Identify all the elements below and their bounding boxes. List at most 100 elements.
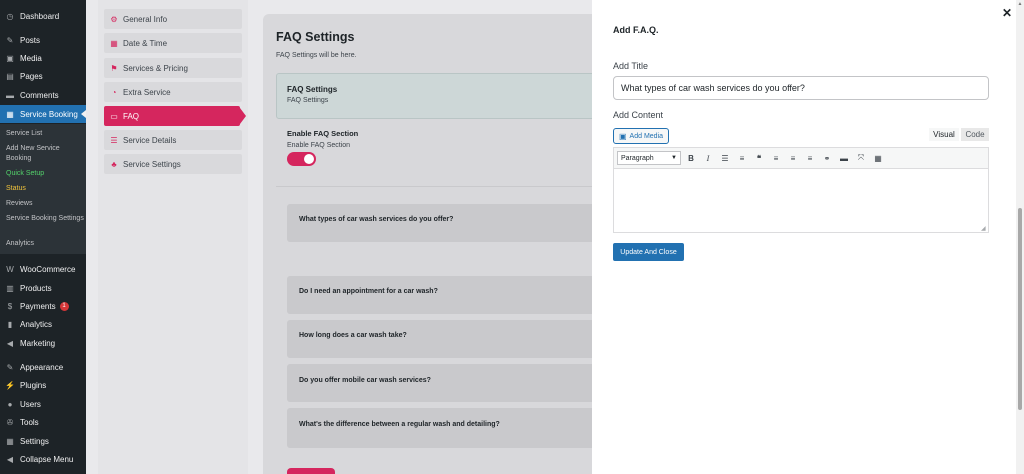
- bullet-list-icon[interactable]: ☰: [719, 152, 731, 164]
- menu-woocommerce[interactable]: W WooCommerce: [0, 260, 86, 278]
- wrench-icon: ✇: [6, 417, 14, 427]
- resize-handle-icon[interactable]: ◢: [981, 225, 988, 232]
- sitemap-icon: ♣: [111, 159, 117, 169]
- menu-tools[interactable]: ✇ Tools: [0, 413, 86, 431]
- menu-comments[interactable]: ▬ Comments: [0, 86, 86, 104]
- comment-icon: ▬: [6, 90, 14, 100]
- tab-general-info[interactable]: ⚙ General Info: [104, 9, 242, 29]
- modal-title: Add F.A.Q.: [613, 25, 659, 35]
- service-booking-icon: ▦: [6, 109, 14, 119]
- page-title: FAQ Settings: [276, 30, 355, 44]
- menu-analytics[interactable]: ▮ Analytics: [0, 315, 86, 333]
- menu-payments[interactable]: $ Payments 1: [0, 297, 86, 315]
- megaphone-icon: ◀: [6, 338, 14, 348]
- toggle-knob: [304, 154, 314, 164]
- fullscreen-icon[interactable]: ⤧: [855, 152, 867, 164]
- scrollbar-thumb[interactable]: [1018, 208, 1022, 410]
- menu-products[interactable]: ▥ Products: [0, 279, 86, 297]
- plugin-icon: ⚡: [5, 380, 15, 390]
- add-faq-modal: [592, 0, 1024, 474]
- gear-icon: ⚙: [110, 14, 118, 24]
- link-icon[interactable]: ⚭: [821, 152, 833, 164]
- gauge-icon: ◔: [111, 87, 117, 97]
- update-and-close-button[interactable]: Update And Close: [613, 243, 684, 261]
- menu-service-booking[interactable]: ▦ Service Booking: [0, 105, 86, 123]
- add-media-button[interactable]: ▣ Add Media: [613, 128, 669, 144]
- wp-admin-sidebar: ◷ Dashboard ✎ Posts ▣ Media ▤ Pages ▬ Comment…: [0, 0, 86, 474]
- menu-plugins[interactable]: ⚡ Plugins: [0, 376, 86, 394]
- submenu-reviews[interactable]: Reviews: [6, 199, 84, 209]
- menu-media[interactable]: ▣ Media: [0, 49, 86, 67]
- faq-item[interactable]: How long does a car wash take?: [287, 320, 596, 358]
- products-icon: ▥: [6, 283, 14, 293]
- align-center-icon[interactable]: ≡: [787, 152, 799, 164]
- collapse-menu[interactable]: ◀ Collapse Menu: [0, 450, 86, 468]
- format-select[interactable]: Paragraph ▼: [617, 151, 681, 165]
- add-faq-button[interactable]: [287, 468, 335, 474]
- faq-item[interactable]: Do I need an appointment for a car wash?: [287, 276, 596, 314]
- settings-icon: ▦: [6, 436, 14, 446]
- brush-icon: ✎: [6, 362, 14, 372]
- enable-faq-label: Enable FAQ Section: [287, 129, 359, 138]
- users-icon: ●: [7, 399, 13, 409]
- submenu-analytics[interactable]: Analytics: [6, 239, 84, 249]
- pages-icon: ▤: [6, 71, 14, 81]
- divider: [276, 186, 596, 187]
- submenu-settings[interactable]: Service Booking Settings: [6, 214, 84, 224]
- faq-settings-header-box: [276, 73, 596, 119]
- tab-services-pricing[interactable]: ⚑ Services & Pricing: [104, 58, 242, 78]
- numbered-list-icon[interactable]: ≡: [736, 152, 748, 164]
- enable-faq-toggle[interactable]: [287, 152, 316, 166]
- pin-icon: ✎: [6, 35, 14, 45]
- tab-service-settings[interactable]: ♣ Service Settings: [104, 154, 242, 174]
- menu-posts[interactable]: ✎ Posts: [0, 31, 86, 49]
- faq-item[interactable]: Do you offer mobile car wash services?: [287, 364, 596, 402]
- collapse-icon: ◀: [6, 454, 14, 464]
- menu-marketing[interactable]: ◀ Marketing: [0, 334, 86, 352]
- submenu-add-new[interactable]: Add New Service Booking: [6, 144, 84, 164]
- faq-box-subtitle: FAQ Settings: [287, 97, 329, 104]
- menu-pages[interactable]: ▤ Pages: [0, 67, 86, 85]
- menu-settings[interactable]: ▦ Settings: [0, 432, 86, 450]
- menu-dashboard[interactable]: ◷ Dashboard: [0, 7, 86, 25]
- scroll-up-icon[interactable]: ▲: [1016, 0, 1024, 8]
- faq-title-input[interactable]: [613, 76, 989, 100]
- page-subtitle: FAQ Settings will be here.: [276, 52, 357, 59]
- tab-visual[interactable]: Visual: [929, 128, 959, 141]
- media-icon: ▣: [618, 131, 627, 141]
- faq-item[interactable]: What's the difference between a regular …: [287, 408, 596, 448]
- tag-icon: ⚑: [110, 63, 118, 73]
- tab-service-details[interactable]: ☰ Service Details: [104, 130, 242, 150]
- bold-icon[interactable]: B: [685, 152, 697, 164]
- tab-date-time[interactable]: ▦ Date & Time: [104, 33, 242, 53]
- enable-faq-description: Enable FAQ Section: [287, 142, 351, 149]
- calendar-icon: ▦: [110, 38, 118, 48]
- list-icon: ☰: [110, 135, 118, 145]
- submenu-quick-setup[interactable]: Quick Setup: [6, 169, 84, 179]
- faq-item[interactable]: What types of car wash services do you o…: [287, 204, 596, 242]
- analytics-icon: ▮: [7, 319, 13, 329]
- read-more-icon[interactable]: ▬: [838, 152, 850, 164]
- close-icon[interactable]: ✕: [1000, 6, 1014, 20]
- payments-icon: $: [7, 301, 13, 311]
- tab-faq[interactable]: ▭ FAQ: [104, 106, 246, 126]
- chat-icon: ▭: [110, 111, 118, 121]
- woo-icon: W: [6, 264, 14, 274]
- service-booking-submenu: Service List Add New Service Booking Qui…: [0, 124, 86, 254]
- media-icon: ▣: [6, 53, 14, 63]
- payments-badge: 1: [59, 301, 69, 311]
- italic-icon[interactable]: I: [702, 152, 714, 164]
- menu-users[interactable]: ● Users: [0, 395, 86, 413]
- content-editor[interactable]: [613, 169, 989, 233]
- tab-extra-service[interactable]: ◔ Extra Service: [104, 82, 242, 102]
- submenu-status[interactable]: Status: [6, 184, 84, 194]
- align-left-icon[interactable]: ≡: [770, 152, 782, 164]
- menu-appearance[interactable]: ✎ Appearance: [0, 358, 86, 376]
- add-title-label: Add Title: [613, 61, 649, 71]
- blockquote-icon[interactable]: ❝: [753, 152, 765, 164]
- add-content-label: Add Content: [613, 110, 664, 120]
- submenu-service-list[interactable]: Service List: [6, 129, 84, 139]
- align-right-icon[interactable]: ≡: [804, 152, 816, 164]
- toolbar-toggle-icon[interactable]: ▦: [872, 152, 884, 164]
- tab-code[interactable]: Code: [961, 128, 989, 141]
